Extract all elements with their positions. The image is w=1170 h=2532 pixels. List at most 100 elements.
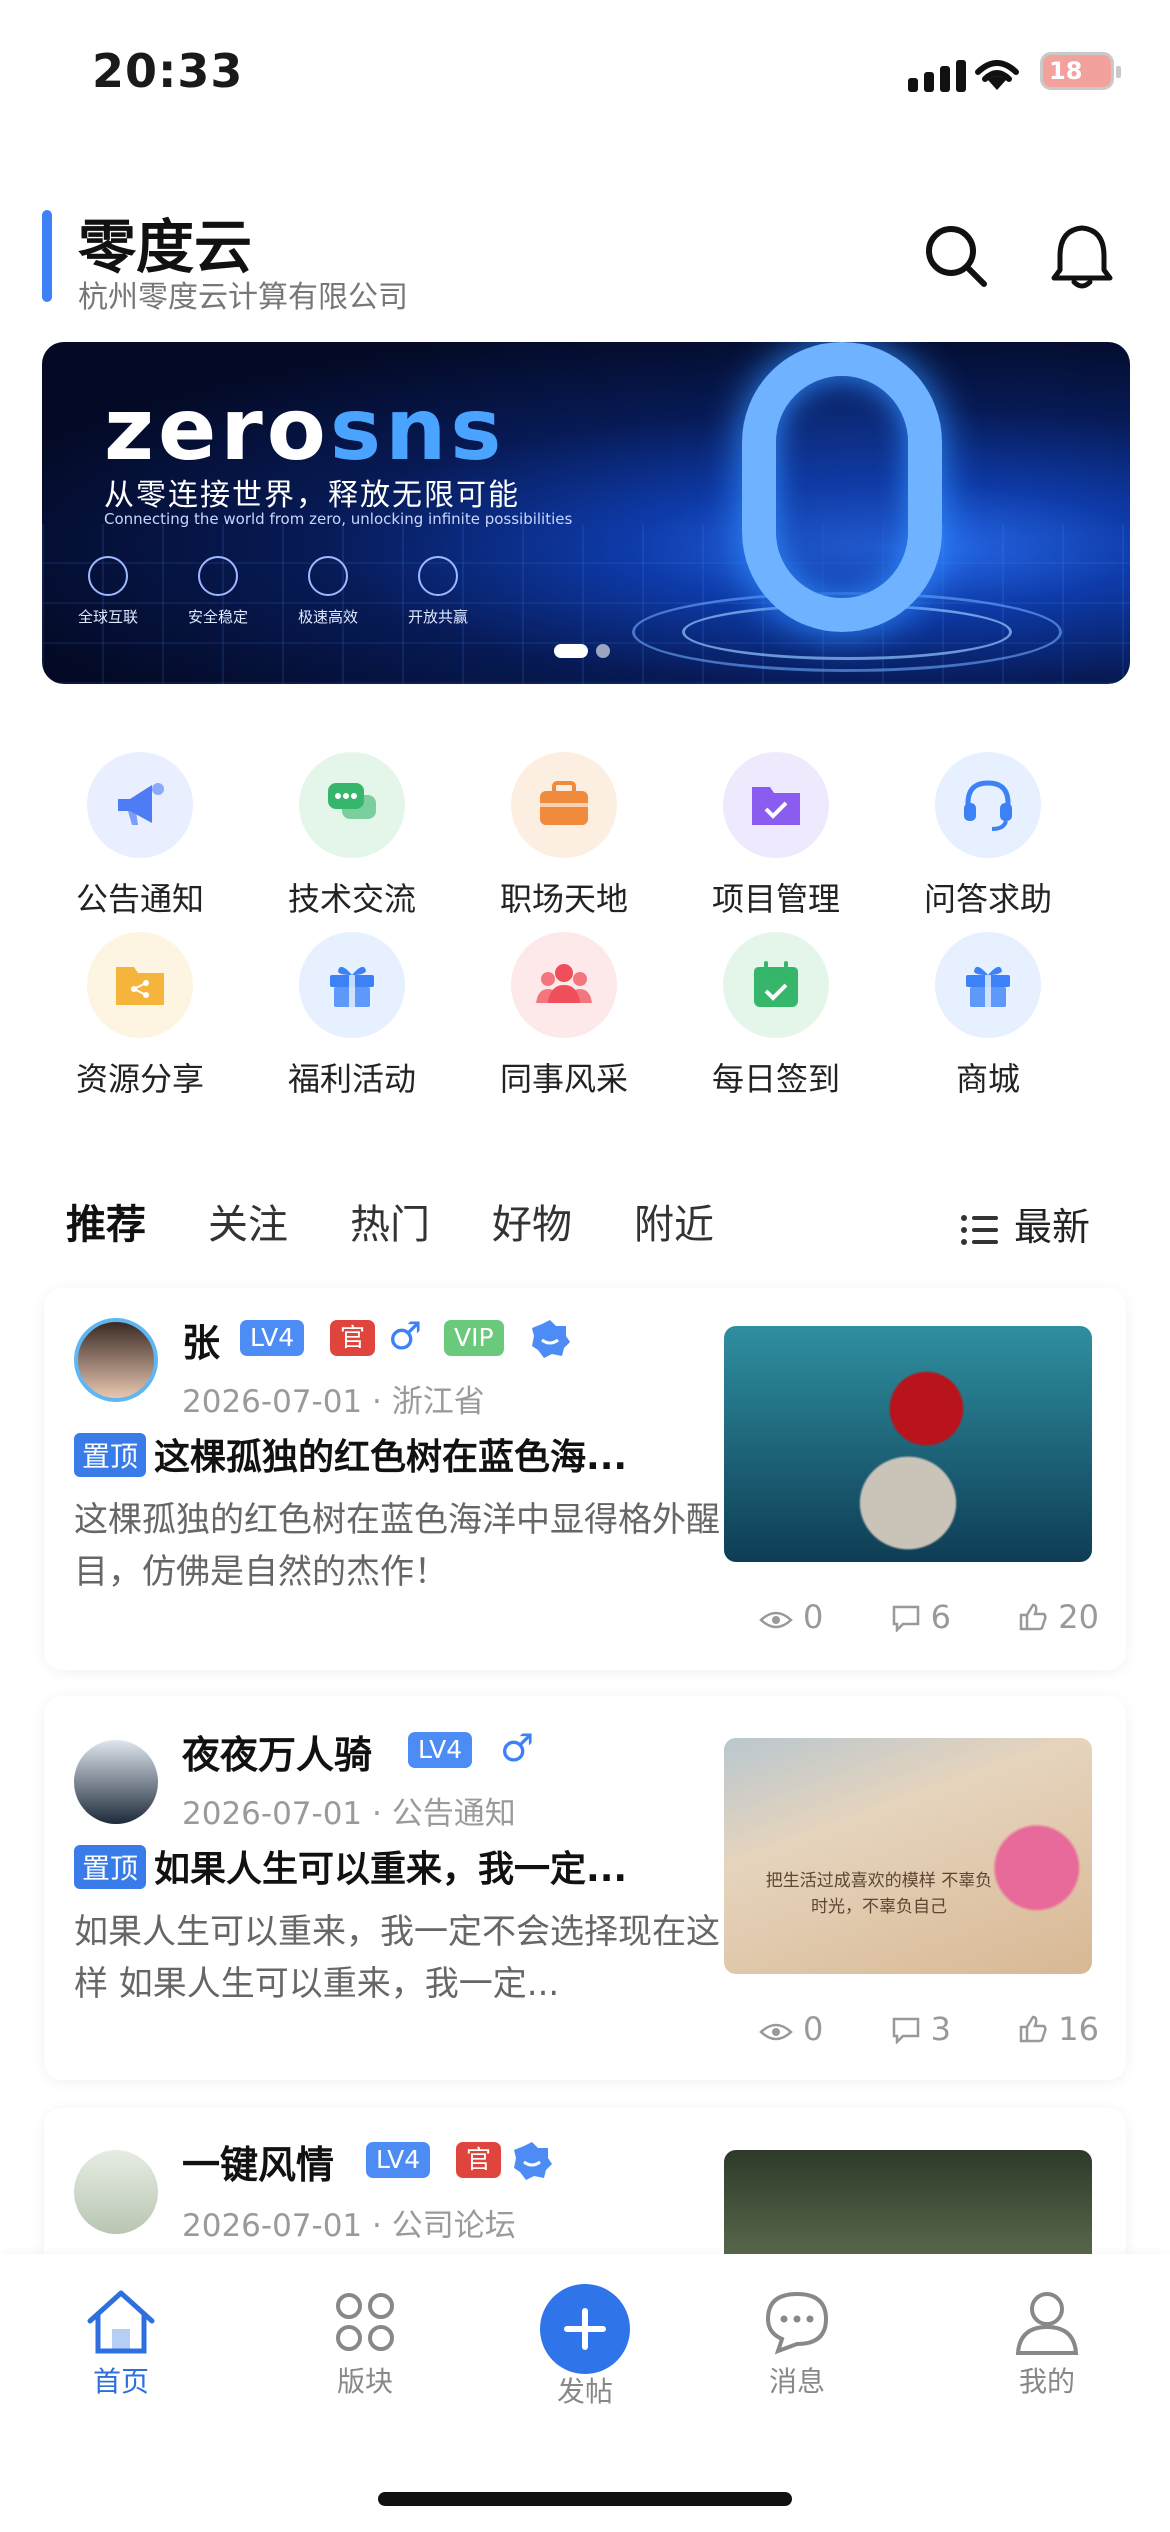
gift-shop-icon: [966, 966, 1010, 1007]
nav-sections-label: 版块: [336, 2365, 393, 2398]
likes-stat[interactable]: 16: [1018, 2010, 1099, 2048]
menu-item[interactable]: 项目管理: [676, 752, 876, 920]
views-stat: 0: [759, 2010, 823, 2048]
carousel-dots[interactable]: [554, 644, 610, 658]
menu-item[interactable]: 问答求助: [888, 752, 1088, 920]
tab-recommend[interactable]: 推荐: [66, 1192, 146, 1262]
verified-icon: [532, 1320, 570, 1358]
menu-item-label: 每日签到: [711, 1060, 840, 1098]
tab-nearby[interactable]: 附近: [634, 1192, 714, 1262]
tab-follow[interactable]: 关注: [208, 1192, 288, 1262]
menu-item[interactable]: 福利活动: [252, 932, 452, 1100]
sort-label: 最新: [1014, 1205, 1091, 1249]
nav-home[interactable]: 首页: [46, 2284, 196, 2400]
author-name[interactable]: 一键风情: [182, 2134, 334, 2189]
nav-messages[interactable]: 消息: [722, 2284, 872, 2400]
post-meta: 2026-07-01 · 浙江省: [182, 1384, 485, 1420]
pinned-badge: 置顶: [74, 1845, 147, 1889]
globe-icon: [88, 556, 128, 596]
pinned-badge: 置顶: [74, 1433, 147, 1477]
post-stats: 0 6 20: [759, 1598, 1099, 1636]
menu-item[interactable]: 职场天地: [464, 752, 664, 920]
post-stats: 0 3 16: [759, 2010, 1099, 2048]
folder-check-icon: [752, 787, 800, 825]
comment-icon: [892, 2017, 919, 2046]
post-card[interactable]: 夜夜万人骑 LV4 ♂ 2026-07-01 · 公告通知 置顶 如果人生可以重来…: [44, 1696, 1126, 2080]
share-folder-icon: [116, 967, 164, 1005]
male-icon: ♂: [500, 1726, 535, 1770]
post-card[interactable]: 张 LV4 官 ♂ VIP 2026-07-01 · 浙江省 置顶 这棵孤独的红色…: [44, 1288, 1126, 1670]
menu-item[interactable]: 商城: [888, 932, 1088, 1100]
plus-icon: [564, 2308, 606, 2350]
menu-item[interactable]: 公告通知: [40, 752, 240, 920]
post-excerpt: 如果人生可以重来，我一定不会选择现在这样 如果人生可以重来，我一定...: [74, 1912, 720, 2004]
promo-banner[interactable]: zerosns 从零连接世界，释放无限可能 Connecting the wor…: [42, 342, 1130, 684]
nav-profile[interactable]: 我的: [972, 2284, 1122, 2400]
menu-item-label: 公告通知: [75, 880, 204, 918]
post-meta: 2026-07-01 · 公司论坛: [182, 2208, 516, 2244]
thumb-up-icon: [1020, 1603, 1047, 1631]
avatar[interactable]: [74, 2150, 158, 2234]
feed-tabs: 推荐 关注 热门 好物 附近: [66, 1192, 714, 1262]
menu-item[interactable]: 同事风采: [464, 932, 664, 1100]
official-badge: 官: [330, 1320, 376, 1356]
chat-icon: [328, 783, 376, 819]
briefcase-icon: [540, 781, 588, 825]
signal-icon: [908, 60, 966, 92]
wifi-icon: [975, 60, 1019, 90]
thumbnail-caption: 把生活过成喜欢的模样 不辜负时光，不辜负自己: [765, 1871, 993, 1917]
home-icon: [87, 2290, 155, 2354]
post-title[interactable]: 置顶 如果人生可以重来，我一定...: [74, 1840, 724, 1892]
post-thumbnail[interactable]: 把生活过成喜欢的模样 不辜负时光，不辜负自己: [724, 1738, 1092, 1974]
comments-stat[interactable]: 3: [891, 2010, 951, 2048]
banner-tagline: Connecting the world from zero, unlockin…: [104, 510, 573, 528]
menu-item-label: 问答求助: [923, 880, 1052, 918]
post-meta: 2026-07-01 · 公告通知: [182, 1796, 516, 1832]
menu-icon-wrap: [723, 752, 829, 858]
tab-goods[interactable]: 好物: [492, 1192, 572, 1262]
page-subtitle: 杭州零度云计算有限公司: [78, 280, 408, 315]
menu-icon-wrap: [511, 932, 617, 1038]
menu-item-label: 福利活动: [287, 1060, 416, 1098]
menu-item[interactable]: 资源分享: [40, 932, 240, 1100]
banner-feature: 开放共赢: [388, 556, 488, 627]
search-icon[interactable]: [920, 220, 992, 292]
menu-item[interactable]: 技术交流: [252, 752, 452, 920]
avatar[interactable]: [74, 1740, 158, 1824]
nav-post-label[interactable]: 发帖: [510, 2370, 660, 2410]
banner-slogan: 从零连接世界，释放无限可能: [104, 478, 520, 513]
menu-icon-wrap: [87, 752, 193, 858]
level-badge: LV4: [366, 2142, 431, 2178]
likes-stat[interactable]: 20: [1018, 1598, 1099, 1636]
level-badge: LV4: [408, 1732, 473, 1768]
post-title[interactable]: 置顶 这棵孤独的红色树在蓝色海...: [74, 1428, 724, 1480]
menu-icon-wrap: [511, 752, 617, 858]
menu-item-label: 职场天地: [499, 880, 628, 918]
menu-icon-wrap: [299, 932, 405, 1038]
avatar[interactable]: [74, 1318, 158, 1402]
banner-feature: 安全稳定: [168, 556, 268, 627]
grid-icon: [336, 2293, 394, 2351]
bell-icon[interactable]: [1046, 220, 1118, 292]
status-time: 20:33: [92, 44, 244, 98]
banner-logo: zerosns: [104, 380, 506, 480]
sort-button[interactable]: 最新: [960, 1196, 1090, 1251]
menu-item[interactable]: 每日签到: [676, 932, 876, 1100]
author-name[interactable]: 张: [182, 1312, 220, 1367]
comments-stat[interactable]: 6: [891, 1598, 951, 1636]
verified-icon: [514, 2142, 552, 2180]
megaphone-icon: [118, 783, 164, 825]
lightning-icon: [308, 556, 348, 596]
post-plus-button[interactable]: [540, 2284, 630, 2374]
post-thumbnail[interactable]: [724, 1326, 1092, 1562]
tab-hot[interactable]: 热门: [350, 1192, 430, 1262]
list-icon: [961, 1214, 998, 1245]
nav-sections[interactable]: 版块: [290, 2284, 440, 2400]
gift-icon: [330, 966, 374, 1007]
author-name[interactable]: 夜夜万人骑: [182, 1724, 372, 1779]
menu-icon-wrap: [87, 932, 193, 1038]
thumb-up-icon: [1020, 2015, 1047, 2043]
calendar-check-icon: [754, 961, 798, 1007]
level-badge: LV4: [240, 1320, 305, 1356]
nav-messages-label: 消息: [768, 2365, 825, 2398]
